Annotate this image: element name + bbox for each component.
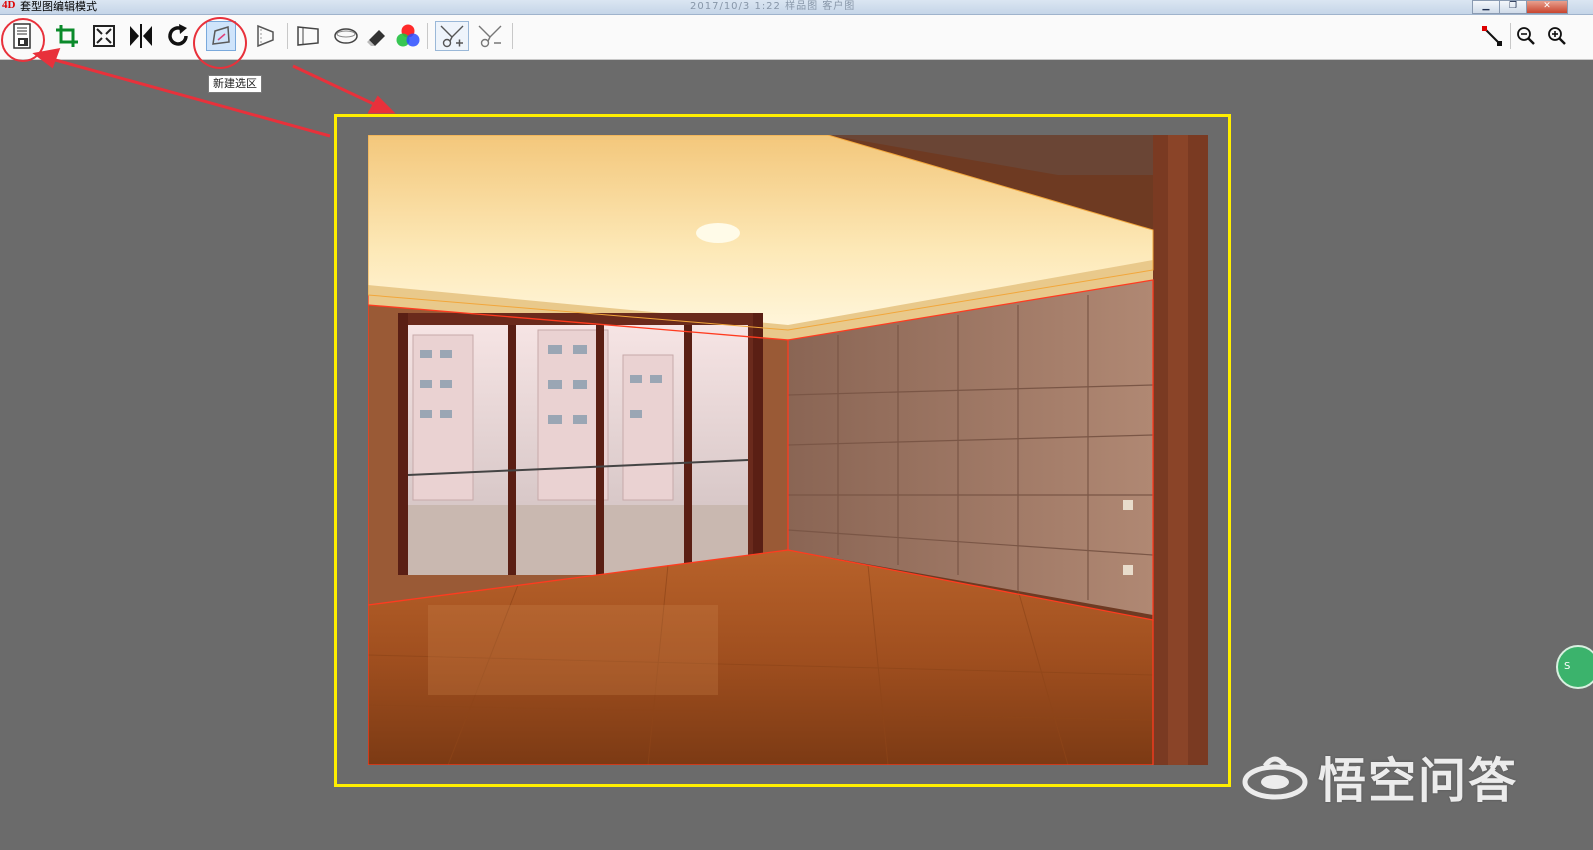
watermark-text: 悟空问答 bbox=[1318, 753, 1519, 809]
floating-side-widget[interactable]: S bbox=[1556, 645, 1593, 689]
watermark: 悟空问答 bbox=[1240, 741, 1518, 811]
wukong-logo-icon bbox=[1242, 756, 1308, 800]
annotation-arrows bbox=[32, 48, 396, 138]
